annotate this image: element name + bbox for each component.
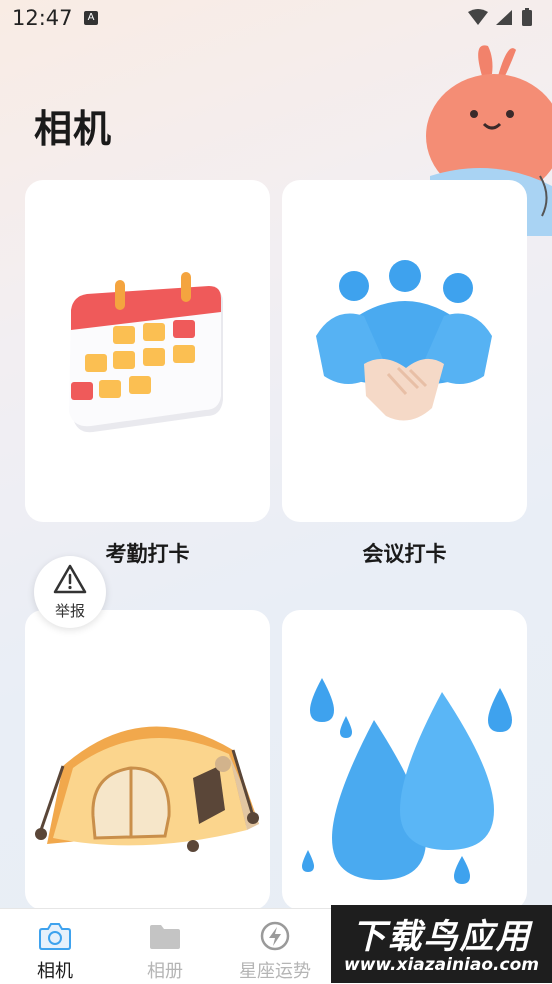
water-card[interactable] [282, 610, 527, 910]
lightning-icon [260, 921, 290, 951]
nav-label-horoscope: 星座运势 [239, 961, 311, 982]
warning-icon [53, 564, 87, 594]
page-title: 相机 [34, 107, 113, 151]
camping-card[interactable] [25, 610, 270, 910]
signal-battery-icon [468, 8, 532, 26]
nav-label-album: 相册 [147, 961, 183, 982]
water-drops-icon [302, 678, 512, 884]
meeting-card-label: 会议打卡 [362, 542, 447, 566]
handshake-icon [316, 260, 492, 421]
camera-icon [39, 923, 71, 950]
nav-item-camera[interactable]: 相机 [0, 909, 110, 984]
watermark-title: 下载鸟应用 [351, 917, 532, 957]
meeting-card[interactable] [282, 180, 527, 522]
notification-badge: A [84, 11, 98, 25]
watermark: 下载鸟应用 www.xiazainiao.com [331, 905, 552, 983]
report-button-label: 举报 [54, 602, 85, 620]
report-button[interactable]: 举报 [34, 556, 106, 628]
attendance-card[interactable] [25, 180, 270, 522]
nav-item-album[interactable]: 相册 [110, 909, 220, 984]
watermark-url: www.xiazainiao.com [344, 955, 539, 975]
nav-label-camera: 相机 [37, 961, 73, 982]
tent-icon [35, 726, 259, 852]
calendar-icon [69, 272, 223, 433]
status-bar: 12:47 A [0, 0, 552, 36]
nav-item-horoscope[interactable]: 星座运势 [220, 909, 330, 984]
status-time: 12:47 [12, 6, 73, 30]
folder-icon [150, 925, 180, 949]
